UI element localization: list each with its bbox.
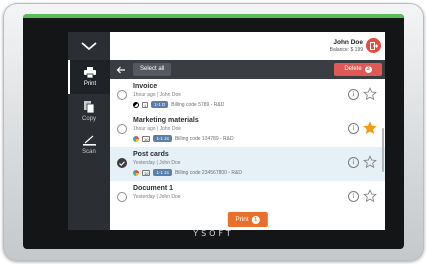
info-icon[interactable]: i xyxy=(348,157,359,168)
print-label: Print xyxy=(235,216,249,223)
document-tags: 1 1-1 D Billing code 5789 - R&D xyxy=(133,101,224,108)
sidebar-item-label: Scan xyxy=(82,149,96,155)
logout-icon xyxy=(369,37,378,55)
logout-button[interactable] xyxy=(366,38,381,53)
app-logo-icon xyxy=(68,32,110,60)
document-title: Document 1 xyxy=(133,185,174,192)
scrollbar[interactable] xyxy=(382,128,384,172)
copy-icon xyxy=(83,100,95,113)
sidebar-item-label: Copy xyxy=(81,115,96,122)
color-mode-icon xyxy=(133,169,139,176)
document-tags: 10 1-1 2x Billing code 234567800 - R&D xyxy=(133,169,242,176)
document-meta: 1hour ago | John Doe xyxy=(133,126,182,132)
terminal-device: YSOFT Print Copy Scan John Doe Balance: … xyxy=(3,3,424,261)
billing-code: Billing code 134789 - R&D xyxy=(174,135,234,142)
screen-bezel: YSOFT Print Copy Scan John Doe Balance: … xyxy=(23,14,404,249)
list-item[interactable]: Marketing materials 1hour ago | John Doe… xyxy=(110,113,385,148)
star-filled-icon[interactable] xyxy=(363,121,377,135)
billing-code: Billing code 5789 - R&D xyxy=(171,101,225,108)
bw-color-mode-icon xyxy=(133,101,139,108)
delete-label: Delete xyxy=(344,66,362,72)
footer: Print 1 xyxy=(110,209,385,230)
document-title: Marketing materials xyxy=(133,117,199,124)
select-all-button[interactable]: Select all xyxy=(133,63,172,76)
printer-icon xyxy=(84,67,96,79)
info-icon[interactable]: i xyxy=(348,191,359,202)
list-item[interactable]: Invoice 1hour ago | John Doe 1 1-1 D Bil… xyxy=(110,79,385,114)
print-count-badge: 1 xyxy=(251,215,260,224)
header: John Doe Balance: $ 199 xyxy=(110,32,385,60)
row-checkbox-checked[interactable] xyxy=(117,158,127,168)
pages-badge: 1-1 D xyxy=(151,101,169,108)
list-item-selected[interactable]: Post cards Yesterday | John Doe 10 1-1 2… xyxy=(110,147,385,182)
scan-icon xyxy=(82,135,96,146)
document-meta: Yesterday | John Doe xyxy=(133,160,181,166)
toolbar: Select all Delete 3 xyxy=(110,60,385,79)
row-checkbox[interactable] xyxy=(117,192,127,202)
user-name: John Doe xyxy=(333,39,363,46)
document-tags: 10 1-1 2x Billing code 134789 - R&D xyxy=(133,135,234,142)
star-icon[interactable] xyxy=(363,189,377,203)
info-icon[interactable]: i xyxy=(348,89,359,100)
row-checkbox[interactable] xyxy=(117,90,127,100)
color-mode-icon xyxy=(133,135,139,142)
status-light-bar xyxy=(23,14,404,18)
copies-count: 10 xyxy=(142,135,151,142)
document-meta: 1hour ago | John Doe xyxy=(133,92,182,98)
brand-logo: YSOFT xyxy=(193,229,234,238)
back-button[interactable] xyxy=(113,62,128,77)
list-item[interactable]: Document 1 Yesterday | John Doe i xyxy=(110,181,385,209)
sidebar-item-copy[interactable]: Copy xyxy=(68,94,110,128)
row-checkbox[interactable] xyxy=(117,124,127,134)
copies-count: 1 xyxy=(142,101,149,108)
user-info: John Doe Balance: $ 199 xyxy=(330,39,363,53)
arrow-left-icon xyxy=(116,61,126,79)
sidebar-item-label: Print xyxy=(83,81,97,87)
info-icon[interactable]: i xyxy=(348,123,359,134)
sidebar-item-print[interactable]: Print xyxy=(68,60,110,94)
pages-badge: 1-1 2x xyxy=(153,135,172,142)
touch-screen: Print Copy Scan John Doe Balance: $ 199 … xyxy=(68,32,385,230)
print-button[interactable]: Print 1 xyxy=(227,212,268,227)
billing-code: Billing code 234567800 - R&D xyxy=(174,169,242,176)
document-title: Post cards xyxy=(133,151,169,158)
star-icon[interactable] xyxy=(363,87,377,101)
sidebar-item-scan[interactable]: Scan xyxy=(68,128,110,162)
delete-button[interactable]: Delete 3 xyxy=(334,63,382,76)
pages-badge: 1-1 2x xyxy=(153,169,172,176)
star-icon[interactable] xyxy=(363,155,377,169)
copies-count: 10 xyxy=(142,169,151,176)
sidebar: Print Copy Scan xyxy=(68,32,110,230)
check-icon xyxy=(119,160,125,166)
user-balance: Balance: $ 199 xyxy=(329,47,363,53)
document-list: Invoice 1hour ago | John Doe 1 1-1 D Bil… xyxy=(110,79,385,209)
document-title: Invoice xyxy=(133,83,158,90)
document-meta: Yesterday | John Doe xyxy=(133,194,181,200)
delete-count-badge: 3 xyxy=(364,66,372,73)
